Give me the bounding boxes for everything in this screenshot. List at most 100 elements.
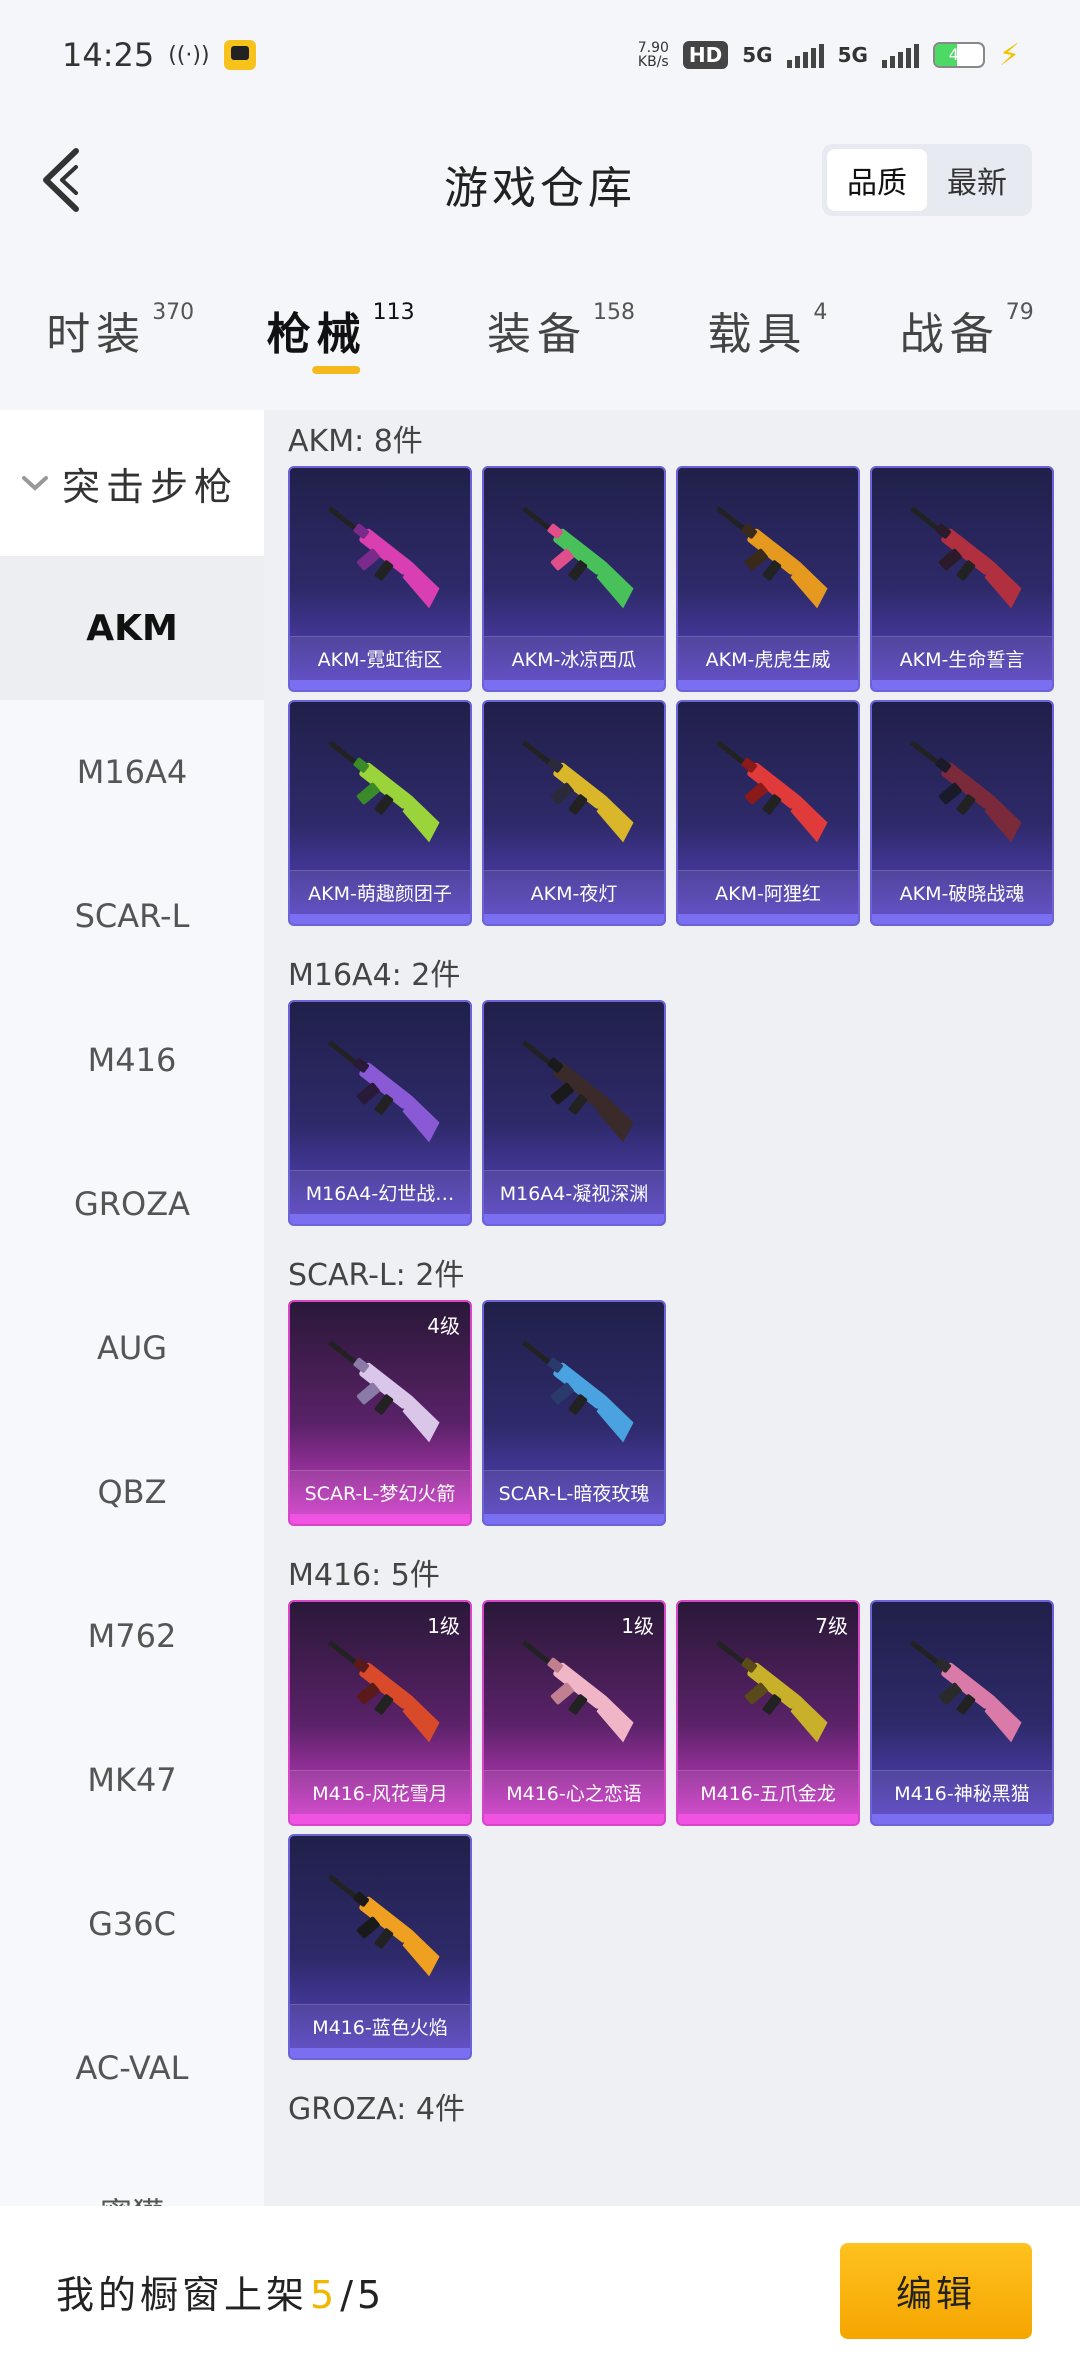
sidebar-group-assault-rifles[interactable]: 突击步枪: [0, 410, 264, 556]
active-tab-indicator: [311, 366, 360, 374]
section-title: GROZA: 4件: [288, 2092, 465, 2127]
skin-name: AKM-破晓战魂: [872, 870, 1052, 914]
sim2-label: 5G: [837, 43, 868, 67]
weapon-skin-card[interactable]: AKM-破晓战魂: [870, 700, 1054, 926]
signal-icon: [786, 42, 824, 68]
rifle-skin-icon: [328, 1040, 440, 1143]
weapon-skin-card[interactable]: 4级 SCAR-L-梦幻火箭: [288, 1300, 472, 1526]
net-speed: 7.90 KB/s: [638, 41, 669, 69]
tab-firearms[interactable]: 枪械 113: [267, 280, 415, 390]
skin-name: SCAR-L-梦幻火箭: [290, 1470, 470, 1514]
rarity-strip: [290, 680, 470, 690]
weapon-skin-card[interactable]: AKM-夜灯: [482, 700, 666, 926]
tab-label: 枪械: [266, 309, 367, 360]
weapon-skin-card[interactable]: AKM-霓虹街区: [288, 466, 472, 692]
sidebar-item-m416[interactable]: M416: [0, 988, 264, 1132]
rifle-skin-icon: [328, 1340, 440, 1443]
weapon-skin-card[interactable]: 1级 M416-心之恋语: [482, 1600, 666, 1826]
sidebar-item-m16a4[interactable]: M16A4: [0, 700, 264, 844]
weapon-skin-card[interactable]: SCAR-L-暗夜玫瑰: [482, 1300, 666, 1526]
rifle-skin-icon: [910, 1640, 1022, 1743]
sidebar-item-qbz[interactable]: QBZ: [0, 1420, 264, 1564]
rifle-skin-icon: [522, 1340, 634, 1443]
category-tabs: 时装 370 枪械 113 装备 158 载具 4 战备 79: [0, 280, 1080, 390]
edit-button[interactable]: 编辑: [840, 2243, 1032, 2339]
signal-icon-2: [881, 42, 919, 68]
weapon-skin-card[interactable]: M16A4-凝视深渊: [482, 1000, 666, 1226]
weapon-skin-card[interactable]: AKM-虎虎生威: [676, 466, 860, 692]
weapon-skin-card[interactable]: 1级 M416-风花雪月: [288, 1600, 472, 1826]
weapon-skin-card[interactable]: AKM-冰凉西瓜: [482, 466, 666, 692]
section-title: SCAR-L: 2件: [288, 1258, 465, 1293]
skin-name: AKM-生命誓言: [872, 636, 1052, 680]
sidebar-item-m762[interactable]: M762: [0, 1564, 264, 1708]
tab-label: 载具: [707, 309, 808, 360]
rifle-skin-icon: [910, 740, 1022, 843]
item-grid: 1级 M416-风花雪月 1级 M416-心之恋语 7级 M416-五爪金龙 M416-神秘…: [288, 1600, 1068, 2060]
section-title: M416: 5件: [288, 1558, 440, 1593]
rifle-skin-icon: [328, 740, 440, 843]
tab-supplies[interactable]: 战备 79: [900, 280, 1034, 390]
sort-quality[interactable]: 品质: [827, 149, 927, 211]
sidebar-item-ac-val[interactable]: AC-VAL: [0, 1996, 264, 2140]
net-speed-value: 7.90: [637, 40, 669, 56]
tab-count: 158: [592, 300, 635, 325]
rarity-strip: [678, 914, 858, 924]
rarity-strip: [290, 1214, 470, 1224]
rifle-skin-icon: [716, 1640, 828, 1743]
tab-outfits[interactable]: 时装 370: [46, 280, 194, 390]
status-time: 14:25: [62, 36, 155, 74]
skin-name: AKM-冰凉西瓜: [484, 636, 664, 680]
rifle-skin-icon: [910, 506, 1022, 609]
skin-name: M416-风花雪月: [290, 1770, 470, 1814]
rarity-strip: [290, 1514, 470, 1524]
rarity-strip: [484, 1214, 664, 1224]
header: 游戏仓库 品质 最新: [0, 130, 1080, 230]
rarity-strip: [484, 1514, 664, 1524]
battery-icon: 46: [932, 42, 985, 68]
skin-name: AKM-阿狸红: [678, 870, 858, 914]
weapon-skin-card[interactable]: 7级 M416-五爪金龙: [676, 1600, 860, 1826]
battery-level: 46: [948, 45, 970, 64]
skin-name: M416-心之恋语: [484, 1770, 664, 1814]
weapon-skin-card[interactable]: AKM-生命誓言: [870, 466, 1054, 692]
chevron-down-icon: [22, 476, 48, 491]
sidebar-item--[interactable]: 蜜獾: [0, 2140, 264, 2206]
sidebar-item-g36c[interactable]: G36C: [0, 1852, 264, 1996]
rifle-skin-icon: [522, 740, 634, 843]
tab-equipment[interactable]: 装备 158: [487, 280, 635, 390]
tab-vehicles[interactable]: 载具 4: [707, 280, 827, 390]
skin-name: AKM-霓虹街区: [290, 636, 470, 680]
sidebar-item-scar-l[interactable]: SCAR-L: [0, 844, 264, 988]
app-notification-icon: [223, 40, 256, 70]
net-speed-unit: KB/s: [637, 54, 669, 70]
skin-level-badge: 1级: [621, 1614, 654, 1638]
weapon-skin-card[interactable]: M416-蓝色火焰: [288, 1834, 472, 2060]
section-title: AKM: 8件: [288, 424, 423, 459]
sidebar-item-groza[interactable]: GROZA: [0, 1132, 264, 1276]
showcase-current: 5: [310, 2272, 339, 2317]
skin-name: AKM-虎虎生威: [678, 636, 858, 680]
rarity-strip: [290, 1814, 470, 1824]
rarity-strip: [678, 680, 858, 690]
sidebar-item-mk47[interactable]: MK47: [0, 1708, 264, 1852]
sort-newest[interactable]: 最新: [927, 149, 1027, 211]
skin-name: M416-神秘黑猫: [872, 1770, 1052, 1814]
rifle-skin-icon: [716, 740, 828, 843]
sidebar-item-akm[interactable]: AKM: [0, 556, 264, 700]
skin-name: SCAR-L-暗夜玫瑰: [484, 1470, 664, 1514]
rifle-skin-icon: [522, 1640, 634, 1743]
weapon-skin-card[interactable]: AKM-阿狸红: [676, 700, 860, 926]
weapon-skin-card[interactable]: AKM-萌趣颜团子: [288, 700, 472, 926]
rarity-strip: [872, 1814, 1052, 1824]
rifle-skin-icon: [522, 506, 634, 609]
sidebar-item-aug[interactable]: AUG: [0, 1276, 264, 1420]
rifle-skin-icon: [328, 1640, 440, 1743]
skin-name: M16A4-凝视深渊: [484, 1170, 664, 1214]
status-left: 14:25 ((·)): [62, 36, 256, 74]
weapon-skin-card[interactable]: M16A4-幻世战…: [288, 1000, 472, 1226]
sort-toggle: 品质 最新: [822, 144, 1032, 216]
weapon-skin-card[interactable]: M416-神秘黑猫: [870, 1600, 1054, 1826]
tab-count: 4: [813, 300, 828, 325]
hd-voice-icon: HD: [682, 41, 729, 69]
